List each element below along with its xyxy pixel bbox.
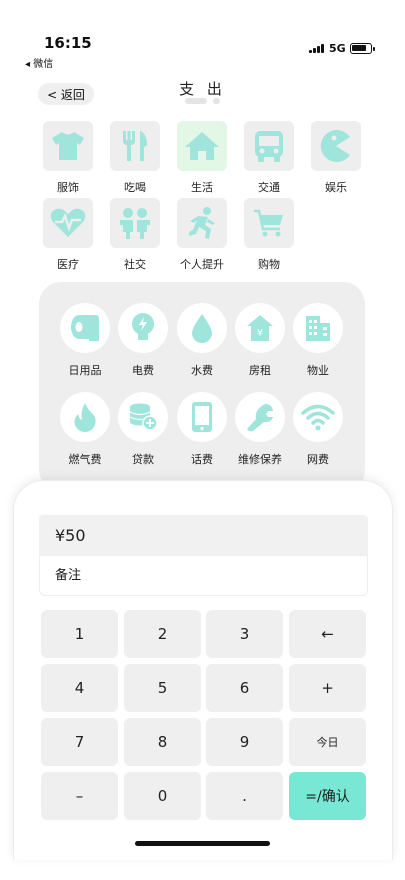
cart-icon xyxy=(244,198,294,248)
subcategory-rent[interactable]: ¥ 房租 xyxy=(230,303,290,378)
key-5[interactable]: 5 xyxy=(124,664,201,712)
subcategory-daily-goods[interactable]: 日用品 xyxy=(55,303,115,378)
subcategory-label: 日用品 xyxy=(68,364,102,377)
category-transport[interactable]: 交通 xyxy=(239,121,299,195)
key-9[interactable]: 9 xyxy=(206,718,283,766)
network-type: 5G xyxy=(329,42,346,55)
phone-icon xyxy=(177,392,227,442)
category-social[interactable]: 社交 xyxy=(105,198,165,272)
category-label: 社交 xyxy=(124,258,146,271)
key-6[interactable]: 6 xyxy=(206,664,283,712)
status-time: 16:15 xyxy=(44,34,92,52)
wrench-icon xyxy=(235,392,285,442)
category-medical[interactable]: 医疗 xyxy=(38,198,98,272)
coins-icon xyxy=(118,392,168,442)
category-shopping[interactable]: 购物 xyxy=(239,198,299,272)
subcategory-label: 燃气费 xyxy=(68,453,102,466)
category-label: 娱乐 xyxy=(325,181,347,194)
subcategory-maintenance[interactable]: 维修保养 xyxy=(230,392,290,467)
category-food[interactable]: 吃喝 xyxy=(105,121,165,195)
subcategory-label: 贷款 xyxy=(132,453,154,466)
building-icon xyxy=(293,303,343,353)
tissue-roll-icon xyxy=(60,303,110,353)
subcategory-water[interactable]: 水费 xyxy=(172,303,232,378)
water-drop-icon xyxy=(177,303,227,353)
subcategory-label: 电费 xyxy=(132,364,154,377)
wifi-icon xyxy=(293,392,343,442)
runner-icon xyxy=(177,198,227,248)
subcategory-electricity[interactable]: 电费 xyxy=(113,303,173,378)
lightbulb-icon xyxy=(118,303,168,353)
note-field-container[interactable] xyxy=(39,555,368,596)
subcategory-phone[interactable]: 话费 xyxy=(172,392,232,467)
minus-key[interactable]: – xyxy=(41,772,118,820)
page-indicator xyxy=(185,98,225,106)
battery-icon xyxy=(350,43,375,54)
tshirt-icon xyxy=(43,121,93,171)
house-yen-icon: ¥ xyxy=(235,303,285,353)
category-label: 服饰 xyxy=(57,181,79,194)
today-key[interactable]: 今日 xyxy=(289,718,366,766)
people-icon xyxy=(110,198,160,248)
flame-icon xyxy=(60,392,110,442)
category-label: 个人提升 xyxy=(180,258,224,271)
key-7[interactable]: 7 xyxy=(41,718,118,766)
subcategory-loan[interactable]: 贷款 xyxy=(113,392,173,467)
svg-text:¥: ¥ xyxy=(257,328,263,339)
home-icon xyxy=(177,121,227,171)
bus-icon xyxy=(244,121,294,171)
category-label: 交通 xyxy=(258,181,280,194)
page-title: 支 出 xyxy=(179,80,226,98)
category-label: 生活 xyxy=(191,181,213,194)
pacman-icon xyxy=(311,121,361,171)
category-living[interactable]: 生活 xyxy=(172,121,232,195)
subcategory-gas[interactable]: 燃气费 xyxy=(55,392,115,467)
key-1[interactable]: 1 xyxy=(41,610,118,658)
heartbeat-icon xyxy=(43,198,93,248)
subcategory-property[interactable]: 物业 xyxy=(288,303,348,378)
subcategory-internet[interactable]: 网费 xyxy=(288,392,348,467)
back-button[interactable]: < 返回 xyxy=(38,83,94,105)
note-input[interactable] xyxy=(55,568,345,583)
amount-display: ¥50 xyxy=(39,515,368,555)
category-entertainment[interactable]: 娱乐 xyxy=(306,121,366,195)
category-label: 购物 xyxy=(258,258,280,271)
plus-key[interactable]: + xyxy=(289,664,366,712)
key-4[interactable]: 4 xyxy=(41,664,118,712)
home-indicator[interactable] xyxy=(135,841,270,846)
subcategory-label: 网费 xyxy=(307,453,329,466)
category-clothing[interactable]: 服饰 xyxy=(38,121,98,195)
utensils-icon xyxy=(110,121,160,171)
confirm-button[interactable]: =/确认 xyxy=(289,772,366,820)
key-0[interactable]: 0 xyxy=(124,772,201,820)
subcategory-label: 物业 xyxy=(307,364,329,377)
back-to-app-link[interactable]: ◂ 微信 xyxy=(25,55,53,70)
status-bar: 16:15 ◂ 微信 5G xyxy=(0,0,405,72)
signal-icon xyxy=(309,44,325,53)
subcategory-label: 话费 xyxy=(191,453,213,466)
subcategory-label: 水费 xyxy=(191,364,213,377)
category-label: 医疗 xyxy=(57,258,79,271)
key-3[interactable]: 3 xyxy=(206,610,283,658)
subcategory-label: 维修保养 xyxy=(238,453,282,466)
key-8[interactable]: 8 xyxy=(124,718,201,766)
decimal-key[interactable]: . xyxy=(206,772,283,820)
category-self-improvement[interactable]: 个人提升 xyxy=(172,198,232,272)
backspace-key[interactable]: ← xyxy=(289,610,366,658)
key-2[interactable]: 2 xyxy=(124,610,201,658)
category-label: 吃喝 xyxy=(124,181,146,194)
subcategory-label: 房租 xyxy=(249,364,271,377)
